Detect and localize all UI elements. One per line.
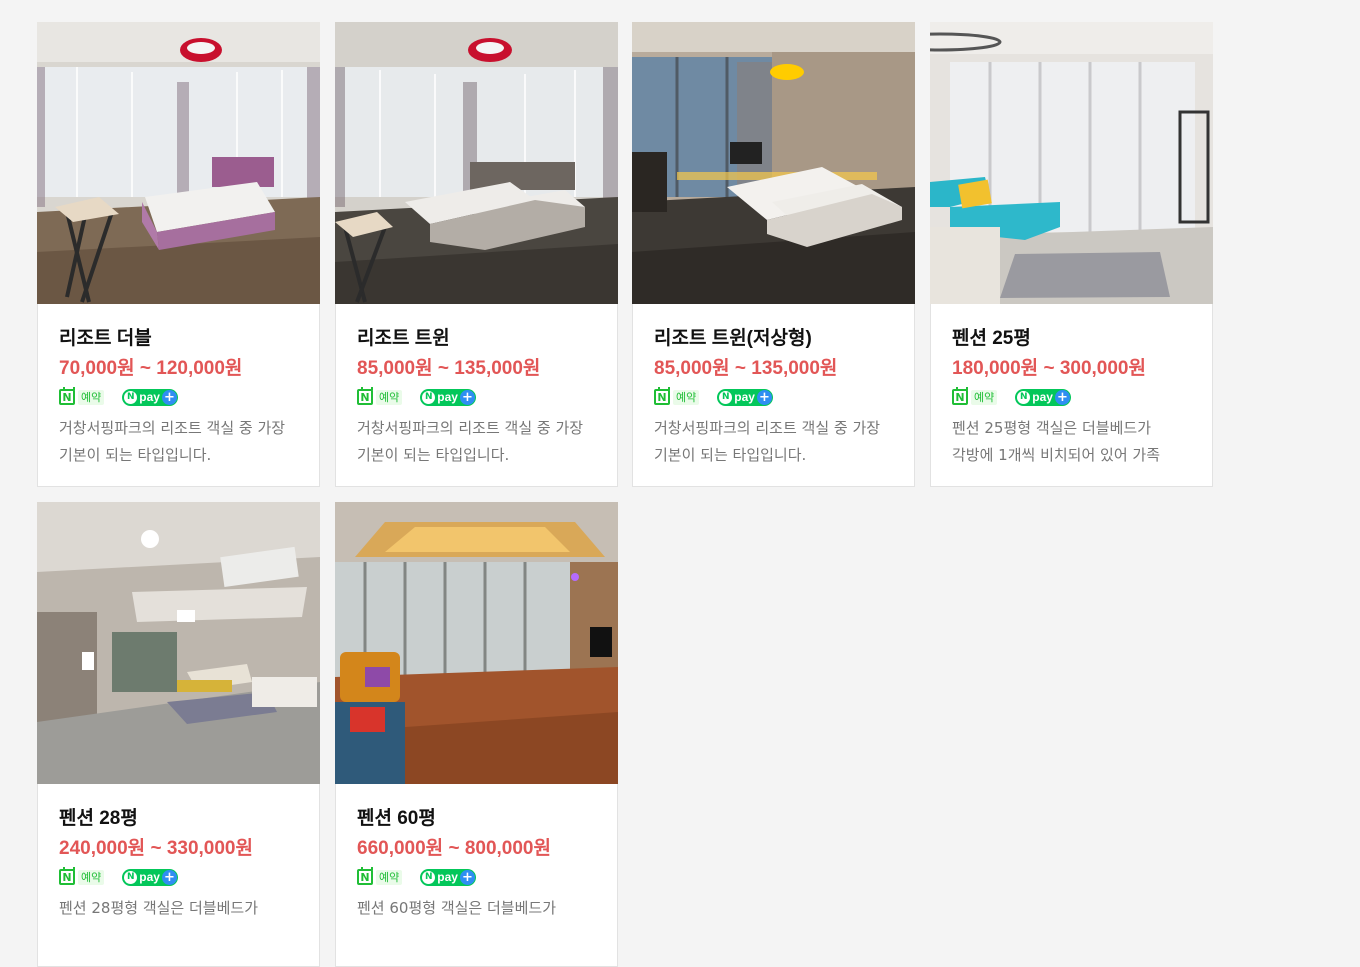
room-price: 85,000원 ~ 135,000원 bbox=[654, 358, 838, 379]
naver-pay-icon: N bbox=[422, 870, 436, 884]
room-card[interactable]: 펜션 60평 660,000원 ~ 800,000원 N 예약 Npay + 펜션 … bbox=[335, 502, 618, 967]
room-name[interactable]: 리조트 트윈(저상형) bbox=[654, 325, 894, 353]
naver-booking-badge[interactable]: N 예약 bbox=[952, 387, 998, 405]
naver-booking-icon: N bbox=[357, 387, 373, 405]
naver-pay-icon: N bbox=[422, 390, 436, 404]
room-photo[interactable] bbox=[930, 22, 1213, 304]
naver-booking-icon: N bbox=[654, 387, 670, 405]
room-photo[interactable] bbox=[335, 502, 618, 784]
room-card[interactable]: 리조트 트윈(저상형) 85,000원 ~ 135,000원 N 예약 Npay +… bbox=[632, 22, 915, 487]
naver-booking-badge[interactable]: N 예약 bbox=[654, 387, 700, 405]
room-price: 85,000원 ~ 135,000원 bbox=[357, 358, 541, 379]
plus-icon: + bbox=[1054, 389, 1070, 405]
room-card[interactable]: 리조트 더블 70,000원 ~ 120,000원 N 예약 Npay + 거창서핑… bbox=[37, 22, 320, 487]
naver-booking-badge[interactable]: N 예약 bbox=[59, 387, 105, 405]
room-name[interactable]: 리조트 더블 bbox=[59, 325, 299, 353]
plus-icon: + bbox=[756, 389, 772, 405]
naver-pay-icon: N bbox=[124, 870, 138, 884]
plus-icon: + bbox=[459, 869, 475, 885]
naver-pay-badge[interactable]: Npay + bbox=[717, 388, 773, 406]
badge-row: N 예약 Npay + bbox=[357, 866, 597, 888]
room-name[interactable]: 펜션 25평 bbox=[952, 325, 1192, 353]
naver-booking-icon: N bbox=[357, 867, 373, 885]
room-description: 펜션 25평형 객실은 더블베드가 각방에 1개씩 비치되어 있어 가족 bbox=[952, 419, 1161, 464]
room-description: 거창서핑파크의 리조트 객실 중 가장 기본이 되는 타입입니다. bbox=[654, 419, 881, 464]
naver-booking-badge[interactable]: N 예약 bbox=[357, 867, 403, 885]
naver-pay-badge[interactable]: Npay + bbox=[122, 868, 178, 886]
badge-row: N 예약 Npay + bbox=[357, 386, 597, 408]
plus-icon: + bbox=[459, 389, 475, 405]
room-card[interactable]: 펜션 28평 240,000원 ~ 330,000원 N 예약 Npay + 펜션 … bbox=[37, 502, 320, 967]
badge-row: N 예약 Npay + bbox=[59, 386, 299, 408]
room-description: 펜션 28평형 객실은 더블베드가 bbox=[59, 899, 258, 917]
room-price: 240,000원 ~ 330,000원 bbox=[59, 838, 253, 859]
room-name[interactable]: 리조트 트윈 bbox=[357, 325, 597, 353]
room-price: 660,000원 ~ 800,000원 bbox=[357, 838, 551, 859]
plus-icon: + bbox=[161, 389, 177, 405]
naver-pay-badge[interactable]: Npay + bbox=[122, 388, 178, 406]
naver-pay-badge[interactable]: Npay + bbox=[420, 868, 476, 886]
naver-booking-icon: N bbox=[952, 387, 968, 405]
room-name[interactable]: 펜션 60평 bbox=[357, 805, 597, 833]
naver-booking-badge[interactable]: N 예약 bbox=[357, 387, 403, 405]
naver-booking-icon: N bbox=[59, 867, 75, 885]
room-description: 거창서핑파크의 리조트 객실 중 가장 기본이 되는 타입입니다. bbox=[357, 419, 584, 464]
naver-pay-badge[interactable]: Npay + bbox=[1015, 388, 1071, 406]
plus-icon: + bbox=[161, 869, 177, 885]
naver-booking-badge[interactable]: N 예약 bbox=[59, 867, 105, 885]
room-description: 펜션 60평형 객실은 더블베드가 bbox=[357, 899, 556, 917]
room-photo[interactable] bbox=[37, 502, 320, 784]
badge-row: N 예약 Npay + bbox=[952, 386, 1192, 408]
naver-pay-badge[interactable]: Npay + bbox=[420, 388, 476, 406]
room-photo[interactable] bbox=[632, 22, 915, 304]
room-photo[interactable] bbox=[335, 22, 618, 304]
room-card[interactable]: 펜션 25평 180,000원 ~ 300,000원 N 예약 Npay + 펜션 … bbox=[930, 22, 1213, 487]
naver-pay-icon: N bbox=[124, 390, 138, 404]
naver-booking-icon: N bbox=[59, 387, 75, 405]
room-description: 거창서핑파크의 리조트 객실 중 가장 기본이 되는 타입입니다. bbox=[59, 419, 286, 464]
room-price: 180,000원 ~ 300,000원 bbox=[952, 358, 1146, 379]
room-photo[interactable] bbox=[37, 22, 320, 304]
badge-row: N 예약 Npay + bbox=[59, 866, 299, 888]
naver-pay-icon: N bbox=[1017, 390, 1031, 404]
badge-row: N 예약 Npay + bbox=[654, 386, 894, 408]
naver-pay-icon: N bbox=[719, 390, 733, 404]
room-card[interactable]: 리조트 트윈 85,000원 ~ 135,000원 N 예약 Npay + 거창서핑… bbox=[335, 22, 618, 487]
room-name[interactable]: 펜션 28평 bbox=[59, 805, 299, 833]
room-price: 70,000원 ~ 120,000원 bbox=[59, 358, 243, 379]
